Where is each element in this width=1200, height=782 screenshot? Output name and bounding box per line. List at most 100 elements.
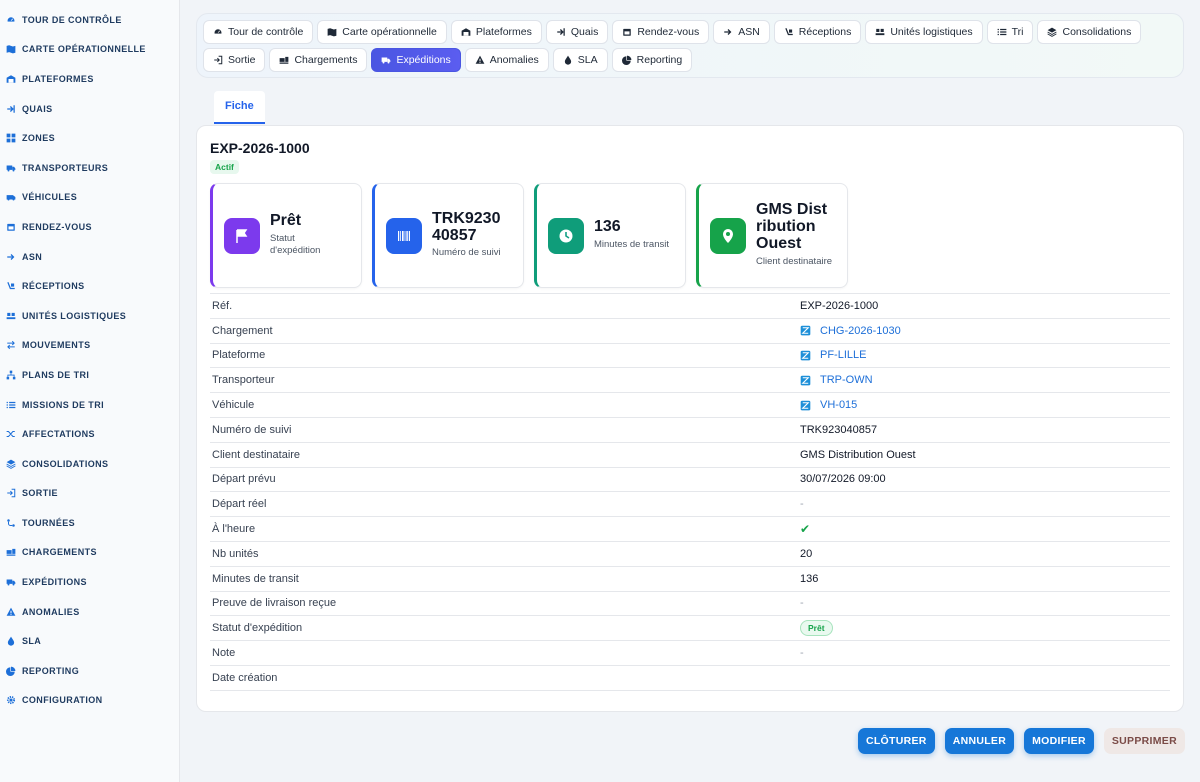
sidebar-item-reporting[interactable]: REPORTING	[0, 656, 179, 686]
tab-label: Rendez-vous	[637, 26, 700, 38]
sidebar-item-zones[interactable]: ZONES	[0, 123, 179, 153]
sidebar-item-label: VÉHICULES	[22, 192, 78, 203]
sidebar-item-missions-de-tri[interactable]: MISSIONS DE TRI	[0, 390, 179, 420]
detail-label: Chargement	[212, 324, 273, 337]
sidebar-item-configuration[interactable]: CONFIGURATION	[0, 686, 179, 716]
detail-label: Numéro de suivi	[212, 423, 292, 436]
detail-value: GMS Distribution Ouest	[800, 448, 916, 461]
exit-icon	[6, 488, 16, 498]
delete-button[interactable]: SUPPRIMER	[1103, 728, 1185, 754]
detail-label: Date création	[212, 671, 278, 684]
cancel-button[interactable]: ANNULER	[944, 728, 1015, 754]
edit-button[interactable]: MODIFIER	[1024, 728, 1094, 754]
tab-row-2: Sortie Chargements Expéditions Anomalies SLA…	[203, 48, 1177, 72]
close-button[interactable]: CLÔTURER	[857, 728, 935, 754]
kpi-value: 136	[594, 218, 621, 236]
sidebar-item-sla[interactable]: SLA	[0, 626, 179, 656]
tab-expeditions[interactable]: Expéditions	[371, 48, 461, 72]
sidebar-item-vehicules[interactable]: VÉHICULES	[0, 183, 179, 213]
tab-plateformes[interactable]: Plateformes	[450, 20, 542, 44]
sidebar-item-plans-de-tri[interactable]: PLANS DE TRI	[0, 360, 179, 390]
sidebar-item-label: CHARGEMENTS	[22, 547, 97, 558]
tab-label: Réceptions	[798, 26, 852, 38]
tab-anomalies[interactable]: Anomalies	[464, 48, 549, 72]
tab-fiche[interactable]: Fiche	[214, 91, 265, 124]
tab-asn[interactable]: ASN	[713, 20, 770, 44]
detail-label: Nb unités	[212, 547, 259, 560]
detail-label: Minutes de transit	[212, 572, 299, 585]
detail-value: EXP-2026-1000	[800, 299, 879, 312]
sidebar-item-label: ASN	[22, 251, 43, 262]
pie-icon	[621, 55, 632, 65]
detail-link[interactable]: CHG-2026-1030	[800, 325, 901, 337]
detail-link-text: PF-LILLE	[820, 349, 867, 362]
tab-unites-logistiques[interactable]: Unités logistiques	[865, 20, 983, 44]
detail-link-text: TRP-OWN	[820, 374, 873, 387]
tab-reporting[interactable]: Reporting	[611, 48, 693, 72]
sidebar-item-label: SORTIE	[22, 488, 58, 499]
sidebar-item-tournees[interactable]: TOURNÉES	[0, 508, 179, 538]
pallet-icon	[6, 311, 16, 321]
sidebar-item-consolidations[interactable]: CONSOLIDATIONS	[0, 449, 179, 479]
sidebar-item-label: CONFIGURATION	[22, 695, 103, 706]
tab-label: Reporting	[636, 54, 683, 66]
sidebar-item-quais[interactable]: QUAIS	[0, 94, 179, 124]
tab-sortie[interactable]: Sortie	[203, 48, 266, 72]
detail-value: -	[800, 647, 804, 659]
exit-icon	[213, 55, 223, 65]
detail-row-vehicule: Véhicule VH-015	[210, 393, 1170, 418]
detail-link[interactable]: VH-015	[800, 399, 857, 411]
tab-carte-operationnelle[interactable]: Carte opérationnelle	[317, 20, 447, 44]
sidebar-item-transporteurs[interactable]: TRANSPORTEURS	[0, 153, 179, 183]
kpi-label: Numéro de suivi	[432, 247, 501, 259]
kpi-card: TRK923040857 Numéro de suivi	[372, 183, 524, 288]
sidebar-item-carte-operationnelle[interactable]: CARTE OPÉRATIONNELLE	[0, 35, 179, 65]
barcode-icon	[386, 217, 422, 254]
tab-sla[interactable]: SLA	[552, 48, 608, 72]
detail-link[interactable]: TRP-OWN	[800, 374, 873, 386]
tab-tri[interactable]: Tri	[986, 20, 1034, 44]
tab-rendez-vous[interactable]: Rendez-vous	[612, 20, 710, 44]
sidebar-item-label: TOURNÉES	[22, 517, 76, 528]
sidebar-item-label: RÉCEPTIONS	[22, 281, 85, 292]
page-title: EXP-2026-1000	[210, 140, 310, 156]
sidebar-item-asn[interactable]: ASN	[0, 242, 179, 272]
list-icon	[6, 400, 16, 410]
sidebar-item-label: TOUR DE CONTRÔLE	[22, 14, 122, 25]
kpi-text: 136 Minutes de transit	[594, 218, 669, 252]
flag-icon	[224, 217, 260, 254]
sidebar-item-receptions[interactable]: RÉCEPTIONS	[0, 271, 179, 301]
sidebar-item-label: MOUVEMENTS	[22, 340, 91, 351]
tab-consolidations[interactable]: Consolidations	[1037, 20, 1142, 44]
sidebar-item-expeditions[interactable]: EXPÉDITIONS	[0, 567, 179, 597]
sidebar-item-tour-de-controle[interactable]: TOUR DE CONTRÔLE	[0, 5, 179, 35]
tab-label: Carte opérationnelle	[342, 26, 437, 38]
sitemap-icon	[6, 370, 16, 380]
tab-label: Tri	[1011, 26, 1024, 38]
tab-quais[interactable]: Quais	[545, 20, 609, 44]
detail-link[interactable]: PF-LILLE	[800, 349, 866, 361]
subtabs: Fiche	[196, 91, 1184, 124]
detail-label: Plateforme	[212, 349, 266, 362]
sidebar-item-sortie[interactable]: SORTIE	[0, 479, 179, 509]
tab-tour-de-controle[interactable]: Tour de contrôle	[203, 20, 314, 44]
kpi-value: Prêt	[270, 211, 302, 229]
sidebar-item-mouvements[interactable]: MOUVEMENTS	[0, 331, 179, 361]
sidebar-item-chargements[interactable]: CHARGEMENTS	[0, 538, 179, 568]
warning-icon	[475, 55, 485, 65]
detail-label: Client destinataire	[212, 448, 301, 461]
detail-row-plateforme: Plateforme PF-LILLE	[210, 344, 1170, 369]
sidebar-item-affectations[interactable]: AFFECTATIONS	[0, 419, 179, 449]
sidebar-item-plateformes[interactable]: PLATEFORMES	[0, 64, 179, 94]
sidebar-item-rendez-vous[interactable]: RENDEZ-VOUS	[0, 212, 179, 242]
tab-receptions[interactable]: Réceptions	[773, 20, 862, 44]
warehouse-icon	[461, 27, 471, 37]
main-content: Tour de contrôle Carte opérationnelle Plat…	[196, 13, 1184, 712]
detail-row-depart-reel: Départ réel -	[210, 492, 1170, 518]
location-pin-icon	[710, 217, 746, 254]
detail-row-chargement: Chargement CHG-2026-1030	[210, 319, 1170, 344]
detail-row-depart-prevu: Départ prévu 30/07/2026 09:00	[210, 468, 1170, 493]
sidebar-item-anomalies[interactable]: ANOMALIES	[0, 597, 179, 627]
sidebar-item-unites-logistiques[interactable]: UNITÉS LOGISTIQUES	[0, 301, 179, 331]
tab-chargements[interactable]: Chargements	[269, 48, 368, 72]
